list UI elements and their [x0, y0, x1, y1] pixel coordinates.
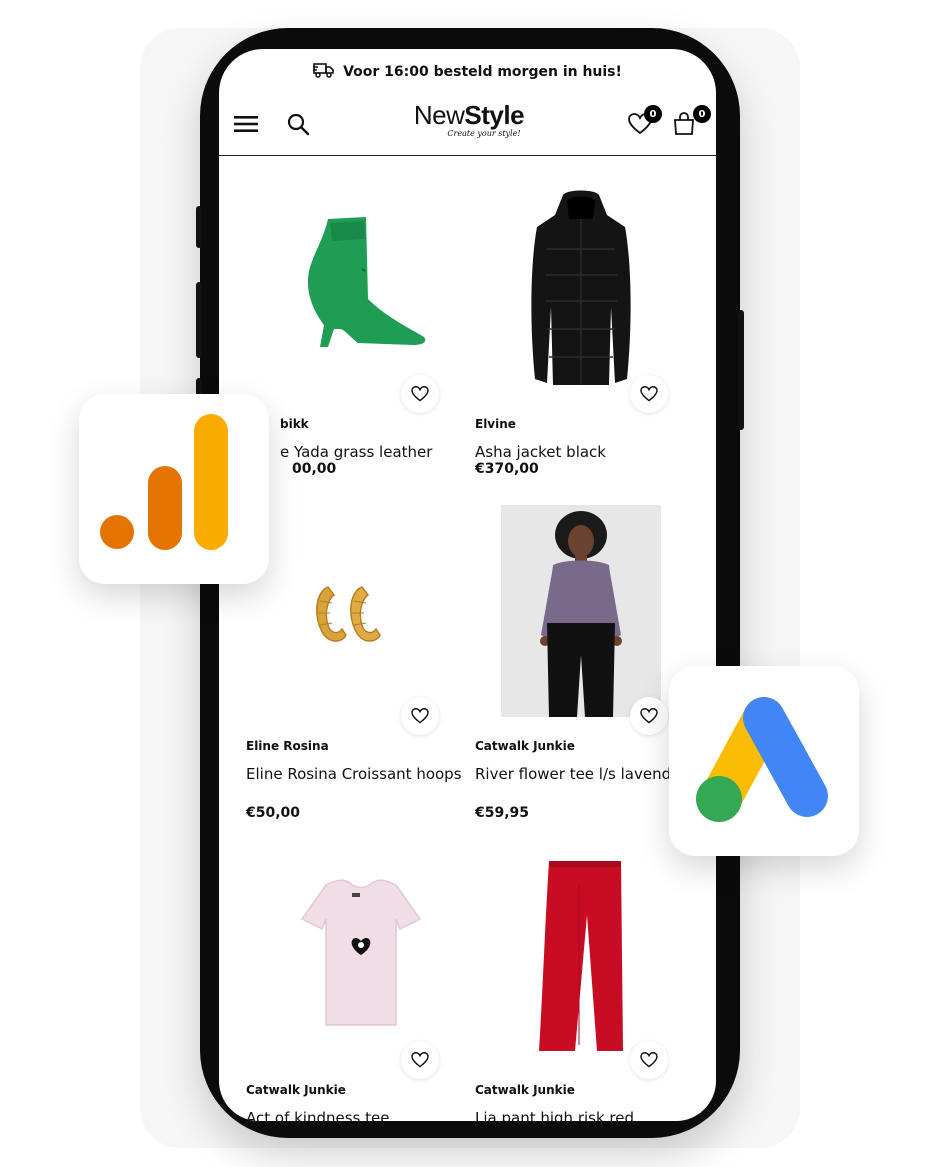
product-name[interactable]: River flower tee l/s lavendula: [475, 763, 695, 785]
product-brand: Catwalk Junkie: [475, 1083, 575, 1097]
wishlist-heart-button[interactable]: [401, 1041, 439, 1079]
wishlist-heart-button[interactable]: [401, 697, 439, 735]
wishlist-heart-button[interactable]: [630, 1041, 668, 1079]
product-image-black-coat[interactable]: [475, 179, 705, 399]
product-card[interactable]: Eline Rosina Eline Rosina Croissant hoop…: [246, 501, 476, 831]
delivery-bar: Voor 16:00 besteld morgen in huis!: [219, 49, 716, 95]
phone-power-button: [738, 310, 744, 430]
wishlist-count-badge: 0: [644, 105, 662, 123]
product-card[interactable]: bikk e Yada grass leather 00,00: [246, 179, 476, 509]
product-price: €59,95: [475, 805, 530, 821]
phone-side-button: [196, 206, 202, 248]
product-name[interactable]: Eline Rosina Croissant hoops: [246, 763, 466, 785]
wishlist-heart-button[interactable]: [630, 697, 668, 735]
phone-screen: Voor 16:00 besteld morgen in huis! NewSt…: [219, 49, 716, 1121]
product-brand: bikk: [280, 417, 309, 431]
product-image-red-trousers[interactable]: [475, 845, 705, 1065]
phone-side-button: [196, 282, 202, 358]
site-logo[interactable]: NewStyle Create your style!: [399, 101, 539, 138]
product-brand: Elvine: [475, 417, 516, 431]
product-name[interactable]: e Yada grass leather: [280, 441, 500, 463]
wishlist-heart-button[interactable]: [401, 375, 439, 413]
product-brand: Eline Rosina: [246, 739, 329, 753]
delivery-text: Voor 16:00 besteld morgen in huis!: [343, 64, 622, 80]
product-name[interactable]: Lia pant high risk red: [475, 1107, 695, 1121]
product-name[interactable]: Asha jacket black: [475, 441, 695, 463]
product-name[interactable]: Act of kindness tee: [246, 1107, 466, 1121]
site-header: NewStyle Create your style! 0 0: [219, 95, 716, 156]
product-brand: Catwalk Junkie: [475, 739, 575, 753]
product-image-gold-hoops[interactable]: [246, 501, 476, 721]
product-image-model-floral-top[interactable]: [501, 505, 661, 717]
menu-icon[interactable]: [231, 109, 261, 139]
product-price: 00,00: [292, 461, 337, 477]
search-icon[interactable]: [283, 109, 313, 139]
wishlist-heart-button[interactable]: [630, 375, 668, 413]
product-image-green-boot[interactable]: [246, 179, 476, 399]
product-price: €50,00: [246, 805, 301, 821]
google-ads-icon: [669, 666, 859, 856]
logo-tagline: Create your style!: [447, 129, 521, 138]
logo-light: New: [413, 100, 465, 130]
product-card[interactable]: Elvine Asha jacket black €370,00: [475, 179, 705, 509]
product-price: €370,00: [475, 461, 539, 477]
cart-count-badge: 0: [693, 105, 711, 123]
product-card[interactable]: Catwalk Junkie Lia pant high risk red: [475, 845, 705, 1121]
product-brand: Catwalk Junkie: [246, 1083, 346, 1097]
product-card[interactable]: Catwalk Junkie Act of kindness tee: [246, 845, 476, 1121]
product-image-pink-tshirt[interactable]: [246, 845, 476, 1065]
truck-icon: [313, 62, 335, 82]
logo-bold: Style: [464, 100, 525, 130]
google-analytics-icon: [79, 394, 269, 584]
